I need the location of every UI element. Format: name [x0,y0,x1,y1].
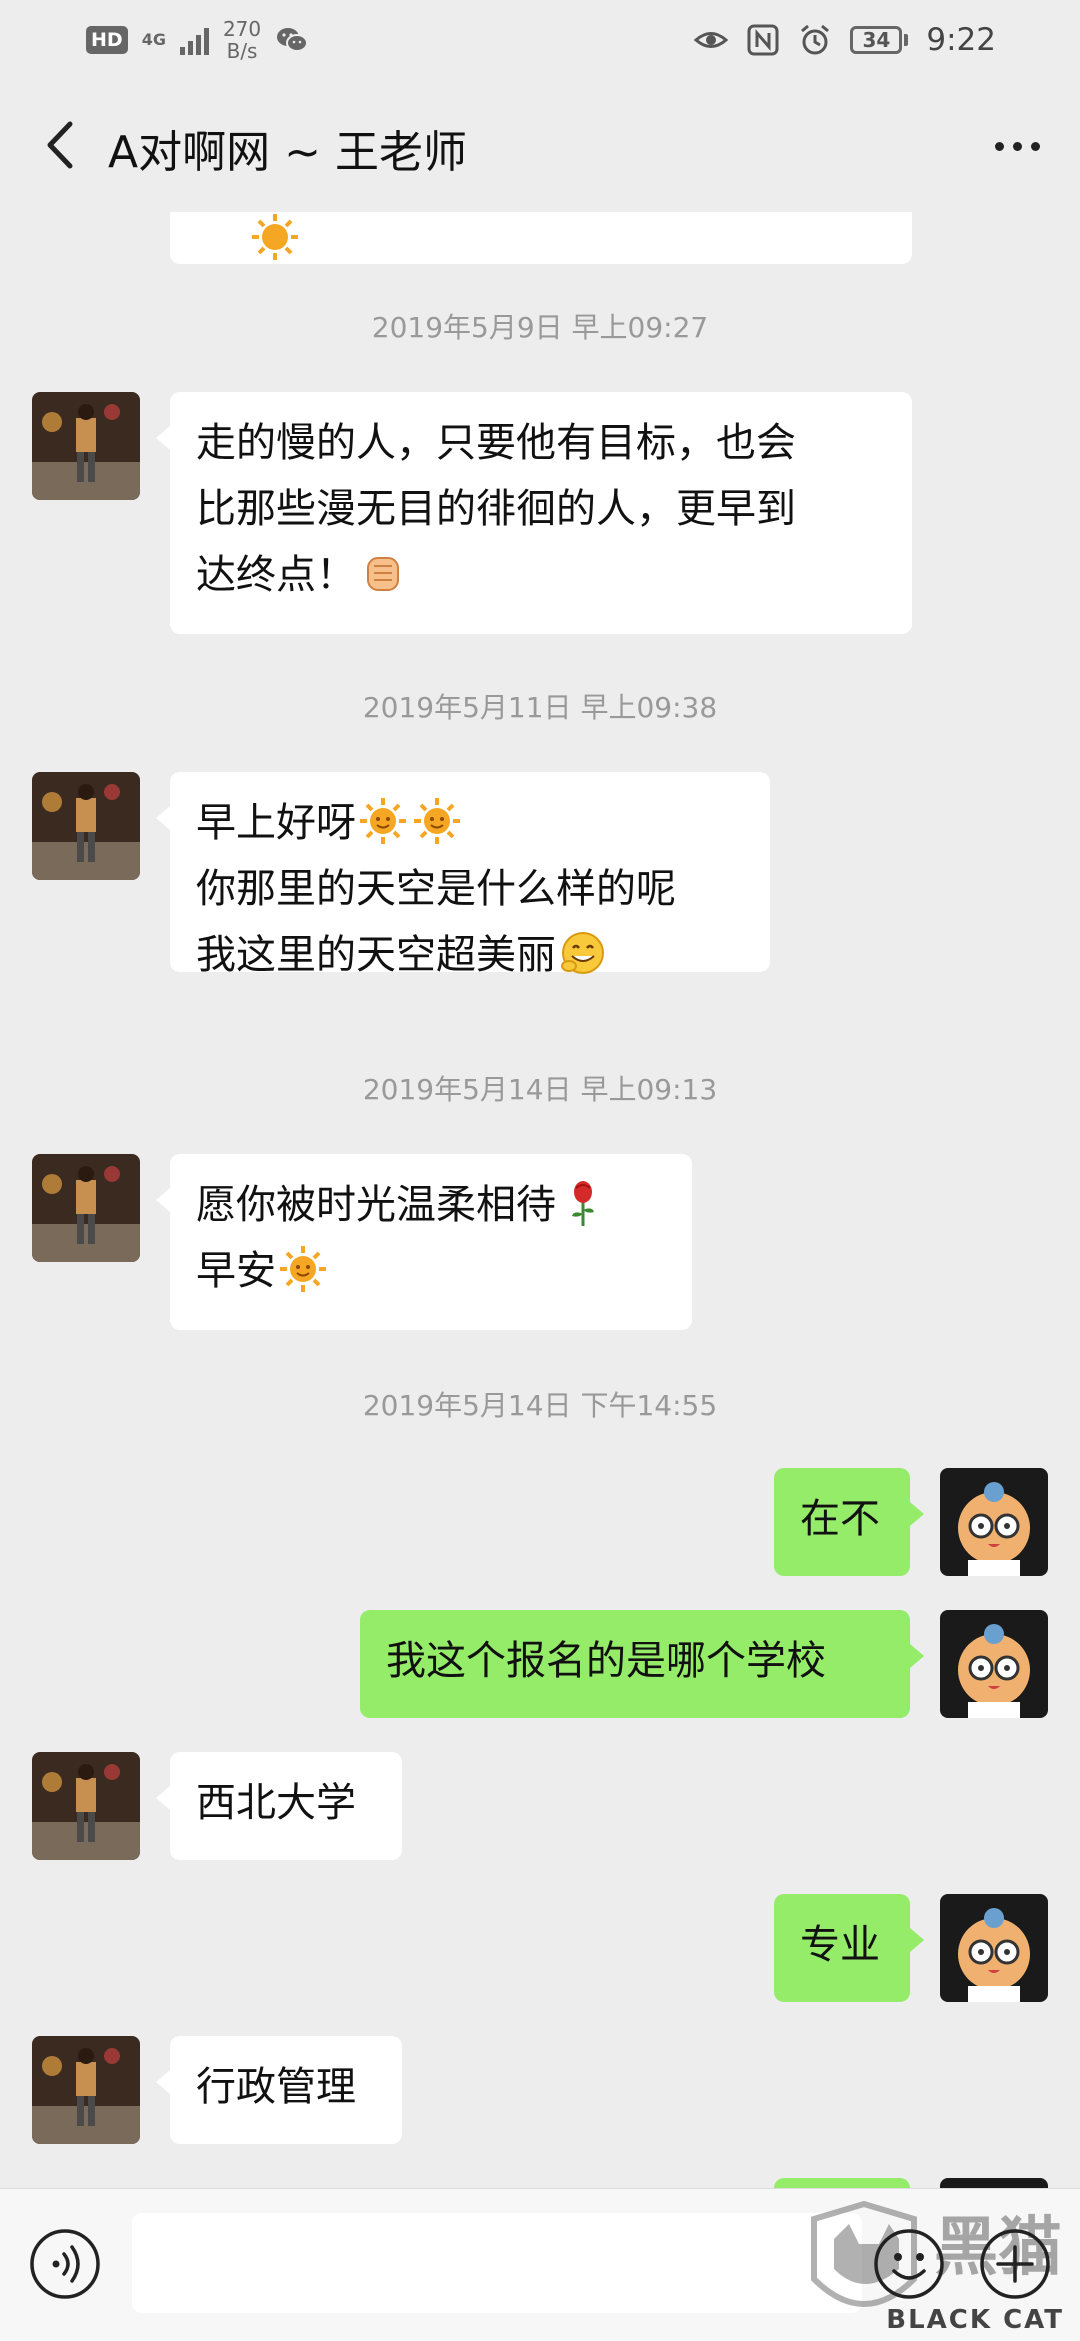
status-right: 34 9:22 [694,18,996,62]
message-line: 早安 [196,1248,276,1294]
chat-title: A对啊网 ~ 王老师 [108,127,467,178]
message-line: 早上好呀 [196,800,356,846]
network-speed: 270 B/s [223,18,261,62]
wechat-icon [277,28,309,52]
message-bubble-partial[interactable] [774,2178,910,2188]
contact-avatar[interactable] [32,772,140,880]
chat-header: A对啊网 ~ 王老师 [0,80,1080,212]
my-avatar[interactable] [940,2178,1048,2188]
message-bubble-partial[interactable] [170,212,912,264]
message-bubble[interactable]: 西北大学 [156,1752,402,1860]
clock: 9:22 [926,22,996,58]
more-options-button[interactable] [982,116,1052,176]
input-bar: 黑猫 BLACK CAT [0,2188,1080,2341]
contact-avatar[interactable] [32,1154,140,1262]
message-line: 你那里的天空是什么样的呢 [196,866,676,912]
contact-avatar[interactable] [32,1752,140,1860]
fist-emoji [358,548,408,598]
message-text: 西北大学 [196,1780,356,1826]
smiley-icon[interactable] [872,2227,946,2301]
alarm-icon [801,24,830,55]
battery-icon: 34 [850,26,909,54]
plus-icon[interactable] [978,2227,1052,2301]
message-text: 专业 [800,1922,880,1968]
my-avatar[interactable] [940,1894,1048,2002]
my-avatar[interactable] [940,1610,1048,1718]
chat-message-list[interactable]: 2019年5月9日 早上09:27 走的慢的人，只要他有目标，也会 比那些漫无目… [0,212,1080,2188]
message-line: 比那些漫无目的徘徊的人，更早到 [196,486,796,532]
message-bubble[interactable]: 早上好呀 你那里的天空是什么样的呢 我这里的天空超美丽 [156,772,770,978]
nfc-icon [747,24,779,56]
my-avatar[interactable] [940,1468,1048,1576]
message-line: 我这里的天空超美丽 [196,932,556,978]
network-type: 4G [141,30,166,49]
contact-avatar[interactable] [32,392,140,500]
battery-level: 34 [850,26,903,54]
message-line: 愿你被时光温柔相待 [196,1182,556,1228]
watermark-text: BLACK CAT [886,2305,1064,2335]
grin-emoji [558,928,608,978]
voice-icon[interactable] [28,2227,102,2301]
timestamp: 2019年5月14日 早上09:13 [362,1073,718,1106]
more-dots-icon [994,141,1004,151]
contact-avatar[interactable] [32,2036,140,2144]
message-bubble-outgoing[interactable]: 在不 [774,1468,924,1576]
message-text: 行政管理 [196,2064,356,2110]
signal-icon [179,25,209,55]
message-bubble[interactable]: 愿你被时光温柔相待 早安 [156,1154,692,1330]
timestamp: 2019年5月11日 早上09:38 [362,691,718,724]
eye-icon [694,32,729,48]
hd-badge: HD [86,26,128,54]
sun-emoji [358,796,408,846]
message-text: 在不 [800,1496,880,1542]
message-bubble[interactable]: 行政管理 [156,2036,402,2144]
speed-value: 270 [222,17,262,41]
status-bar: HD 4G 270 B/s 34 9:22 [0,0,1080,80]
speed-unit: B/s [226,39,258,63]
message-bubble-outgoing[interactable]: 我这个报名的是哪个学校 [360,1610,924,1718]
message-text: 我这个报名的是哪个学校 [386,1638,826,1684]
sun-emoji [412,796,462,846]
timestamp: 2019年5月9日 早上09:27 [371,311,709,344]
message-line: 走的慢的人，只要他有目标，也会 [196,420,796,466]
message-line: 达终点！ [196,552,356,598]
message-bubble-outgoing[interactable]: 专业 [774,1894,924,2002]
message-input[interactable] [132,2213,862,2313]
status-left: HD 4G 270 B/s [86,18,309,62]
back-button[interactable] [28,110,98,180]
message-bubble[interactable]: 走的慢的人，只要他有目标，也会 比那些漫无目的徘徊的人，更早到 达终点！ [156,392,912,634]
sun-emoji [278,1244,328,1294]
rose-emoji [558,1178,608,1228]
sun-emoji [250,212,300,262]
timestamp: 2019年5月14日 下午14:55 [362,1389,718,1422]
